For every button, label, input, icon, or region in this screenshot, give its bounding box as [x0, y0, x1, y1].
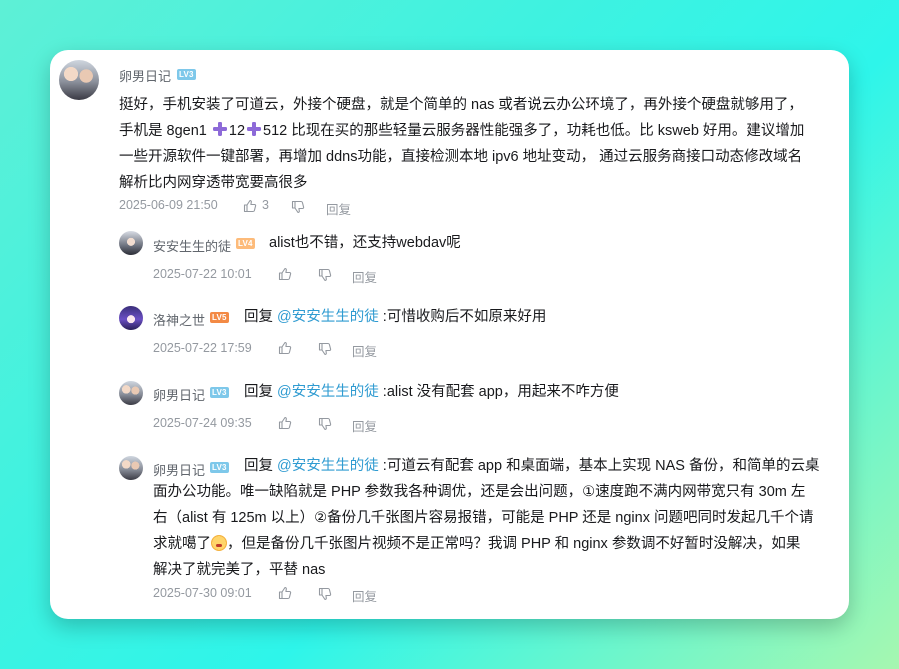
thumb-down-icon[interactable] — [318, 587, 332, 601]
username[interactable]: 卵男日记 — [119, 66, 171, 85]
reply-text-line: 解决了就完美了，平替 nas — [153, 562, 326, 578]
reply-text-segment: :可道云有配套 app 和桌面端，基本上实现 NAS 备份，和简单的云桌 — [378, 458, 820, 474]
thumb-down-icon[interactable] — [318, 342, 332, 356]
comment-card: 卵男日记 LV3 挺好，手机安装了可道云，外接个硬盘，就是个简单的 nas 或者… — [50, 50, 849, 619]
level-badge: LV3 — [210, 387, 229, 398]
avatar[interactable] — [119, 381, 143, 405]
comment-text-segment: 手机是 8gen1 — [119, 123, 211, 139]
reply-text-line: 右（alist 有 125m 以上）②备份几千张图片容易报错，可能是 PHP 还… — [153, 510, 814, 526]
reply-keyword: 回复 — [244, 458, 278, 474]
reply-text-line: 面办公功能。唯一缺陷就是 PHP 参数我各种调优，还是会出问题，①速度跑不满内网… — [153, 484, 806, 500]
comment-text-segment: 12 — [228, 123, 246, 139]
mention-link[interactable]: @安安生生的徒 — [277, 384, 379, 400]
reply-button[interactable]: 回复 — [352, 416, 377, 435]
reply-text-segment: 求就噶了 — [153, 536, 211, 552]
thumb-up-icon[interactable] — [278, 586, 292, 600]
plus-emoji-icon — [246, 121, 262, 137]
username[interactable]: 卵男日记 — [153, 385, 205, 404]
level-badge: LV5 — [210, 312, 229, 323]
avatar[interactable] — [119, 306, 143, 330]
level-badge: LV4 — [236, 238, 255, 249]
comment-text: 挺好，手机安装了可道云，外接个硬盘，就是个简单的 nas 或者说云办公环境了，再… — [119, 92, 839, 196]
surprised-emoji-icon — [211, 535, 227, 551]
mention-link[interactable]: @安安生生的徒 — [277, 458, 379, 474]
reply-text: 回复 @安安生生的徒 :可道云有配套 app 和桌面端，基本上实现 NAS 备份… — [153, 453, 843, 583]
reply-text: alist也不错，还支持webdav呢 — [269, 230, 461, 256]
comment-time: 2025-06-09 21:50 — [119, 198, 218, 212]
comment-text-line: 手机是 8gen1 12 512 比现在买的那些轻量云服务器性能强多了，功耗也低。… — [119, 118, 839, 144]
reply-keyword: 回复 — [244, 384, 278, 400]
level-badge: LV3 — [177, 69, 196, 80]
reply-button[interactable]: 回复 — [352, 586, 377, 605]
username[interactable]: 洛神之世 — [153, 310, 205, 329]
thumb-up-icon[interactable] — [243, 199, 257, 213]
like-count: 3 — [262, 198, 269, 212]
thumb-up-icon[interactable] — [278, 341, 292, 355]
reply-text-segment: alist也不错，还支持webdav呢 — [269, 235, 461, 251]
reply-button[interactable]: 回复 — [352, 341, 377, 360]
thumb-down-icon[interactable] — [318, 268, 332, 282]
thumb-up-icon[interactable] — [278, 267, 292, 281]
plus-emoji-icon — [212, 121, 228, 137]
reply-button[interactable]: 回复 — [326, 199, 351, 218]
comment-time: 2025-07-22 17:59 — [153, 341, 252, 355]
thumb-down-icon[interactable] — [318, 417, 332, 431]
comment-time: 2025-07-30 09:01 — [153, 586, 252, 600]
avatar[interactable] — [59, 60, 99, 100]
avatar[interactable] — [119, 231, 143, 255]
comment-text-line: 解析比内网穿透带宽要高很多 — [119, 175, 308, 191]
reply-button[interactable]: 回复 — [352, 267, 377, 286]
reply-text-segment: :可惜收购后不如原来好用 — [378, 309, 547, 325]
thumb-up-icon[interactable] — [278, 416, 292, 430]
comment-time: 2025-07-22 10:01 — [153, 267, 252, 281]
reply-text-line: 回复 @安安生生的徒 :可道云有配套 app 和桌面端，基本上实现 NAS 备份… — [153, 453, 843, 479]
reply-text-segment: :alist 没有配套 app，用起来不咋方便 — [378, 384, 619, 400]
reply-text: 回复 @安安生生的徒 :可惜收购后不如原来好用 — [244, 304, 546, 330]
mention-link[interactable]: @安安生生的徒 — [277, 309, 379, 325]
reply-keyword: 回复 — [244, 309, 278, 325]
reply-text: 回复 @安安生生的徒 :alist 没有配套 app，用起来不咋方便 — [244, 379, 619, 405]
reply-text-line: 求就噶了 ，但是备份几千张图片视频不是正常吗？我调 PHP 和 nginx 参数调… — [153, 531, 843, 557]
comment-text-segment: 512 比现在买的那些轻量云服务器性能强多了，功耗也低。比 ksweb 好用。建… — [263, 123, 805, 139]
reply-text-segment: ，但是备份几千张图片视频不是正常吗？我调 PHP 和 nginx 参数调不好暂时… — [227, 536, 801, 552]
username[interactable]: 安安生生的徒 — [153, 236, 231, 255]
comment-time: 2025-07-24 09:35 — [153, 416, 252, 430]
comment-text-line: 挺好，手机安装了可道云，外接个硬盘，就是个简单的 nas 或者说云办公环境了，再… — [119, 97, 803, 113]
comment-text-line: 一些开源软件一键部署，再增加 ddns功能，直接检测本地 ipv6 地址变动， … — [119, 149, 803, 165]
avatar[interactable] — [119, 456, 143, 480]
thumb-down-icon[interactable] — [291, 200, 305, 214]
